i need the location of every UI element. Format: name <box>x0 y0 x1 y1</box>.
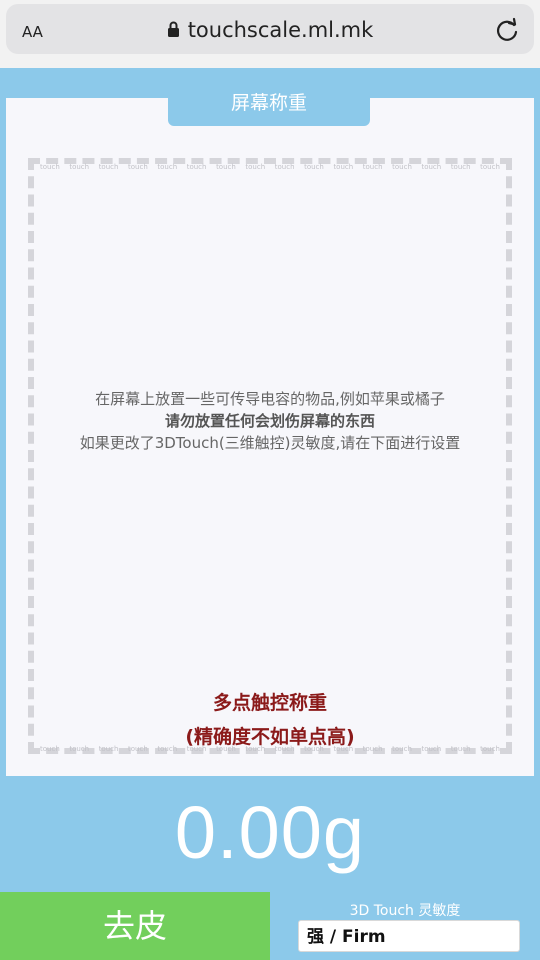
sensitivity-label: 3D Touch 灵敏度 <box>349 903 461 919</box>
ruler-tick: touch <box>450 163 471 171</box>
ruler-tick: touch <box>69 163 90 171</box>
ruler-tick: touch <box>216 163 236 171</box>
ruler-tick: touch <box>392 163 412 171</box>
url-display[interactable]: touchscale.ml.mk <box>6 18 534 42</box>
address-bar[interactable]: AA touchscale.ml.mk <box>6 4 534 54</box>
browser-toolbar: AA touchscale.ml.mk <box>0 0 540 68</box>
panel-border-left <box>0 98 6 776</box>
ruler-tick: touch <box>421 163 442 171</box>
instruction-line: 如果更改了3DTouch(三维触控)灵敏度,请在下面进行设置 <box>79 434 461 452</box>
page-title: 屏幕称重 <box>230 92 307 114</box>
ruler-tick: touch <box>40 163 60 171</box>
url-text: touchscale.ml.mk <box>187 18 374 42</box>
multi-touch-note: (精确度不如单点高) <box>185 726 355 748</box>
lock-icon <box>167 21 179 37</box>
ruler-tick: touch <box>362 163 383 171</box>
ruler-tick: touch <box>333 163 354 171</box>
page-title-tab: 屏幕称重 <box>168 92 370 126</box>
ruler-tick: touch <box>98 163 119 171</box>
ruler-tick: touch <box>128 163 148 171</box>
multi-touch-notice: 多点触控称重 (精确度不如单点高) <box>28 686 512 754</box>
reload-icon[interactable] <box>494 17 520 43</box>
weighing-area[interactable] <box>28 158 512 754</box>
sensitivity-select[interactable]: 强 / Firm <box>298 920 520 952</box>
instructions: 在屏幕上放置一些可传导电容的物品,例如苹果或橘子 请勿放置任何会划伤屏幕的东西 … <box>28 388 512 454</box>
sensitivity-panel: 3D Touch 灵敏度 强 / Firm <box>270 892 540 960</box>
ruler-tick: touch <box>186 163 207 171</box>
instruction-warning: 请勿放置任何会划伤屏幕的东西 <box>164 412 375 430</box>
ruler-tick: touch <box>480 163 500 171</box>
panel-border-right <box>534 98 540 776</box>
ruler-tick: touch <box>245 163 266 171</box>
ruler-tick: touch <box>304 163 324 171</box>
instruction-line: 在屏幕上放置一些可传导电容的物品,例如苹果或橘子 <box>95 390 445 408</box>
ruler-tick: touch <box>274 163 295 171</box>
tare-button[interactable]: 去皮 <box>0 892 270 960</box>
ruler-top: touch touch touch touch touch touch touc… <box>40 163 500 171</box>
multi-touch-title: 多点触控称重 <box>212 692 327 714</box>
ruler-tick: touch <box>157 163 178 171</box>
weight-value: 0.00g <box>174 791 366 874</box>
